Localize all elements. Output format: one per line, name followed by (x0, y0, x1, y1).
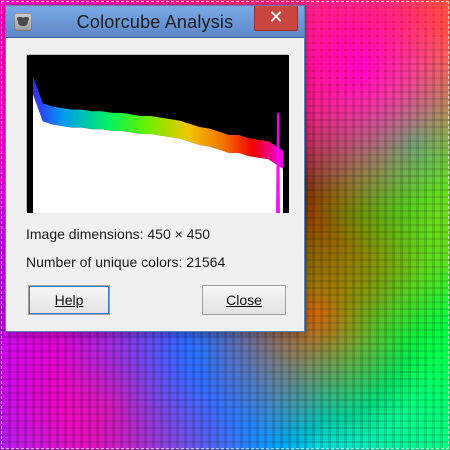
close-window-button[interactable]: ✕ (254, 6, 298, 31)
dialog-buttons: Help Close (6, 285, 304, 315)
help-button[interactable]: Help (28, 285, 110, 315)
analysis-info: Image dimensions: 450 × 450 Number of un… (26, 220, 288, 276)
close-icon: ✕ (268, 7, 284, 27)
close-button[interactable]: Close (202, 285, 286, 315)
dialog-content: Image dimensions: 450 × 450 Number of un… (26, 54, 289, 276)
colorcube-analysis-dialog: Colorcube Analysis ✕ Image dimensions: 4… (5, 5, 305, 332)
unique-colors-text: Number of unique colors: 21564 (26, 254, 226, 270)
title-bar: Colorcube Analysis ✕ (6, 6, 304, 38)
close-button-label: Close (226, 292, 262, 308)
histogram-svg (27, 55, 289, 213)
image-dimensions-text: Image dimensions: 450 × 450 (26, 226, 211, 242)
colorcube-histogram (26, 54, 289, 213)
help-button-label: Help (54, 292, 84, 308)
